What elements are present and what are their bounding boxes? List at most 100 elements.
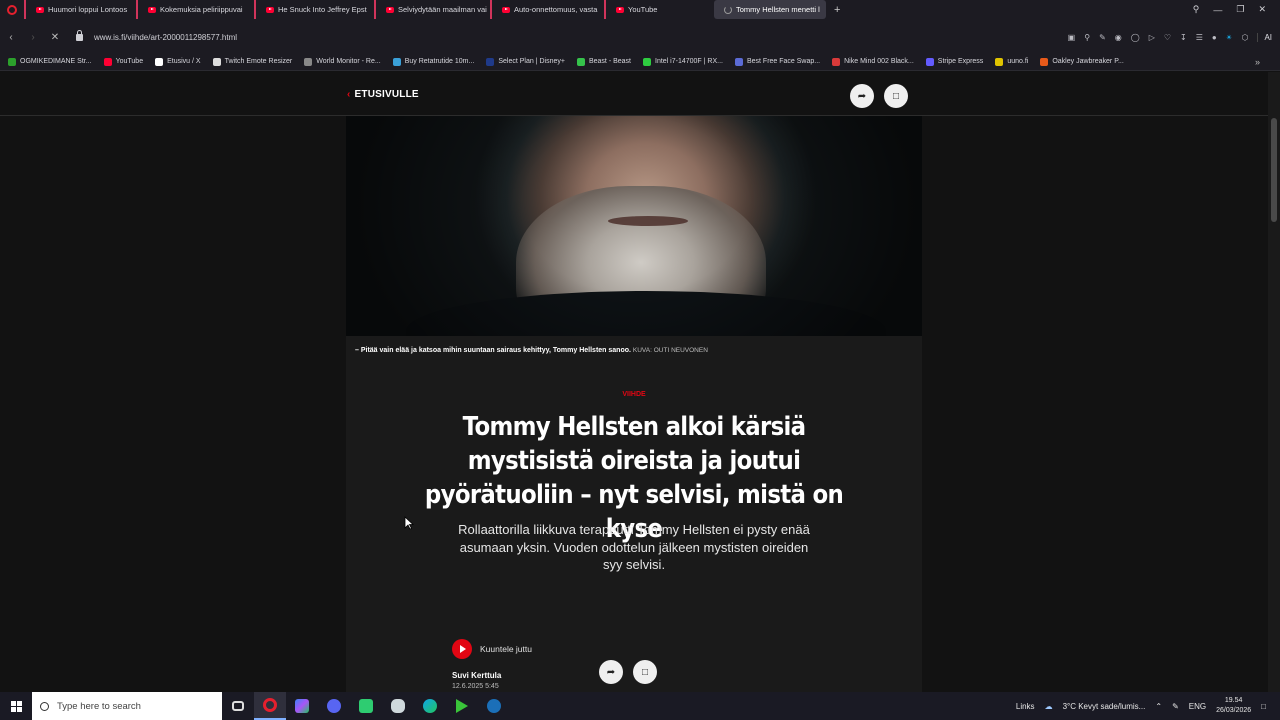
chevron-up-icon[interactable]: ⌃ <box>1155 702 1162 711</box>
bookmark-label: World Monitor - Re... <box>316 58 381 65</box>
opera-logo-icon[interactable] <box>0 0 24 19</box>
search-placeholder: Type here to search <box>57 700 141 712</box>
edit-icon[interactable]: ✎ <box>1099 33 1106 42</box>
bookmark-label: Nike Mind 002 Black... <box>844 58 914 65</box>
bookmark-favicon-icon <box>155 57 164 66</box>
reader-icon[interactable]: ▣ <box>1068 33 1076 42</box>
cube-icon[interactable]: ⬡ <box>1241 33 1248 42</box>
listen-article-button[interactable]: Kuuntele juttu <box>452 639 532 659</box>
bookmarks-overflow-icon[interactable]: » <box>1255 57 1260 67</box>
discord-taskbar-icon[interactable] <box>318 692 350 720</box>
browser-tab[interactable]: Huumori loppui Lontoos <box>24 0 136 19</box>
browser-tab[interactable]: He Snuck Into Jeffrey Epst <box>254 0 374 19</box>
youtube-icon <box>36 6 44 13</box>
new-tab-plus-icon[interactable]: + <box>834 4 840 16</box>
bookmark-button[interactable]: □ <box>884 84 908 108</box>
browser-tab[interactable]: YouTube <box>604 0 714 19</box>
profile-icon[interactable]: ● <box>1212 33 1217 42</box>
scrollbar-thumb[interactable] <box>1271 118 1277 222</box>
bookmark-icon: □ <box>641 666 649 678</box>
camera-icon[interactable]: ◉ <box>1115 33 1122 42</box>
windows-taskbar: Type here to search Links ☁ 3°C Kevyt sa… <box>0 692 1280 720</box>
notifications-icon[interactable]: □ <box>1261 702 1266 711</box>
search-tabs-icon[interactable]: ⚲ <box>1193 4 1200 15</box>
bookmark-item[interactable]: Twitch Emote Resizer <box>212 57 293 66</box>
page-scrollbar[interactable] <box>1268 72 1280 692</box>
browser-tab[interactable]: Kokemuksia peliriippuvai <box>136 0 254 19</box>
back-arrow-icon[interactable]: ‹ <box>0 32 22 43</box>
links-toolbar[interactable]: Links <box>1016 702 1035 711</box>
shield-app-taskbar-icon[interactable] <box>382 692 414 720</box>
pen-icon[interactable]: ✎ <box>1172 702 1179 711</box>
bookmark-icon: □ <box>892 90 900 102</box>
app-taskbar-icon[interactable] <box>286 692 318 720</box>
ai-button[interactable]: AI <box>1257 32 1272 42</box>
bookmark-item[interactable]: Select Plan | Disney+ <box>486 57 565 66</box>
bookmark-item[interactable]: Oakley Jawbreaker P... <box>1040 57 1124 66</box>
youtube-icon <box>386 6 394 13</box>
bookmark-item[interactable]: World Monitor - Re... <box>304 57 381 66</box>
bookmark-item[interactable]: OGMIKEDIMANE Str... <box>8 57 92 66</box>
extension-icon[interactable]: ✴ <box>1226 33 1233 42</box>
media-player-taskbar-icon[interactable] <box>446 692 478 720</box>
browser-tab[interactable]: Selviydytään maailman vai <box>374 0 490 19</box>
share-button[interactable]: ➦ <box>850 84 874 108</box>
language-indicator[interactable]: ENG <box>1189 702 1206 711</box>
bookmark-item[interactable]: Best Free Face Swap... <box>734 57 821 66</box>
clock-date: 26/03/2026 <box>1216 707 1252 714</box>
bookmark-item[interactable]: Stripe Express <box>925 57 984 66</box>
windows-start-icon[interactable] <box>0 692 32 720</box>
bookmark-item[interactable]: uuno.fi <box>995 57 1028 66</box>
listen-label: Kuuntele juttu <box>480 644 532 654</box>
bookmark-item[interactable]: Buy Retatrutide 10m... <box>392 57 474 66</box>
bookmark-item[interactable]: YouTube <box>103 57 143 66</box>
bookmark-favicon-icon <box>925 57 934 66</box>
task-view-icon[interactable] <box>222 692 254 720</box>
bookmark-item[interactable]: Etusivu / X <box>155 57 201 66</box>
browser-tab-active[interactable]: Tommy Hellsten menetti l <box>714 0 826 19</box>
section-label[interactable]: VIIHDE <box>346 391 922 398</box>
publish-date: 12.6.2025 5:45 <box>452 683 499 690</box>
bookmark-favicon-icon <box>734 57 743 66</box>
download-icon[interactable]: ↧ <box>1180 33 1187 42</box>
share-icon: ➦ <box>857 90 867 102</box>
back-to-frontpage-link[interactable]: ‹ ETUSIVULLE <box>347 89 419 100</box>
edge-taskbar-icon[interactable] <box>414 692 446 720</box>
stop-loading-icon[interactable]: ✕ <box>44 32 66 43</box>
author-name[interactable]: Suvi Kerttula <box>452 671 501 680</box>
article-lead: Rollaattorilla liikkuva terapeutti Tommy… <box>458 522 810 572</box>
bookmark-item[interactable]: Beast - Beast <box>576 57 631 66</box>
weather-text[interactable]: 3°C Kevyt sade/lumis... <box>1063 702 1146 711</box>
steam-taskbar-icon[interactable] <box>478 692 510 720</box>
green-app-taskbar-icon[interactable] <box>350 692 382 720</box>
bookmark-label: Best Free Face Swap... <box>746 58 821 65</box>
close-icon[interactable]: ✕ <box>1258 4 1266 15</box>
address-field[interactable]: www.is.fi/viihde/art-2000011298577.html <box>76 29 237 42</box>
web-page: ‹ ETUSIVULLE ➦ □ – Pitää vain elää ja kat… <box>0 72 1268 692</box>
zoom-icon[interactable]: ⚲ <box>1084 33 1090 42</box>
window-controls: ⚲ — ❐ ✕ <box>1193 0 1280 19</box>
opera-taskbar-icon[interactable] <box>254 692 286 720</box>
play-icon[interactable]: ▷ <box>1149 33 1155 42</box>
heart-icon[interactable]: ♡ <box>1164 33 1171 42</box>
bookmark-favicon-icon <box>643 57 651 66</box>
bookmark-favicon-icon <box>1040 57 1049 66</box>
share-button[interactable]: ➦ <box>599 660 623 684</box>
bookmarks-bar: OGMIKEDIMANE Str... YouTube Etusivu / X Twi… <box>0 53 1280 71</box>
clock[interactable]: 19.54 26/03/2026 <box>1216 696 1251 716</box>
bookmark-label: Twitch Emote Resizer <box>224 58 293 65</box>
taskbar-search-input[interactable]: Type here to search <box>32 692 222 720</box>
weather-icon[interactable]: ☁ <box>1045 702 1053 711</box>
menu-icon[interactable]: ☰ <box>1196 33 1203 42</box>
bookmark-item[interactable]: Nike Mind 002 Black... <box>832 57 914 66</box>
bookmark-item[interactable]: Intel i7-14700F | RX... <box>643 57 723 66</box>
hero-image-shade <box>346 116 922 336</box>
minimize-icon[interactable]: — <box>1213 5 1222 15</box>
restore-icon[interactable]: ❐ <box>1236 4 1244 15</box>
browser-tab[interactable]: Auto-onnettomuus, vasta <box>490 0 604 19</box>
bookmark-favicon-icon <box>304 57 313 66</box>
bookmark-button[interactable]: □ <box>633 660 657 684</box>
shield-icon[interactable]: ◯ <box>1131 33 1140 42</box>
bookmark-label: Stripe Express <box>937 58 984 65</box>
forward-arrow-icon[interactable]: › <box>22 32 44 43</box>
